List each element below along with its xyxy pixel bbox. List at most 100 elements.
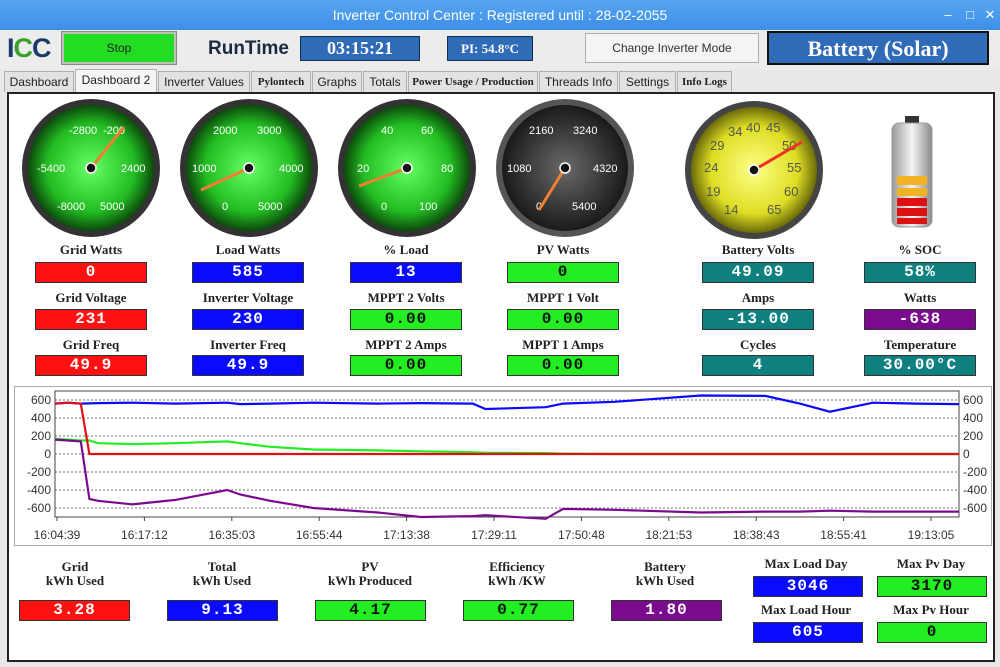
inverter-mode-display: Battery (Solar)	[767, 31, 989, 65]
total-kwh-label: Total kWh Used	[167, 560, 277, 588]
tab-settings[interactable]: Settings	[619, 71, 676, 92]
gauge-tick: 1000	[192, 163, 216, 175]
runtime-display: 03:15:21	[300, 36, 420, 61]
y-tick-label-right: 200	[963, 429, 983, 443]
tab-info-logs[interactable]: Info Logs	[677, 71, 732, 92]
gauge-tick: 2160	[529, 125, 553, 137]
efficiency-label-line2: kWh /KW	[488, 573, 546, 588]
power-history-chart: 600 600 400 400 200 200 0 0 -200 -200 -400 -400 -600…	[14, 386, 992, 546]
gauge-tick: 55	[787, 160, 801, 175]
x-tick-label: 17:29:11	[471, 528, 517, 542]
tab-threads-info[interactable]: Threads Info	[539, 71, 618, 92]
x-tick-label: 16:55:44	[296, 528, 343, 542]
grid-voltage-label: Grid Voltage	[55, 290, 127, 305]
maximize-icon[interactable]: □	[963, 8, 977, 22]
pv-kwh-label-line2: kWh Produced	[328, 573, 412, 588]
inverter-freq-label: Inverter Freq	[210, 337, 286, 352]
gauge-tick: 3000	[257, 125, 281, 137]
close-icon[interactable]: ✕	[983, 8, 997, 22]
stop-button[interactable]: Stop	[61, 31, 177, 65]
gauge-tick: -8000	[57, 201, 85, 213]
x-tick-label: 17:13:38	[383, 528, 430, 542]
tab-dashboard-2[interactable]: Dashboard 2	[75, 69, 157, 92]
mppt2-volts-value: 0.00	[350, 309, 462, 330]
gauge-tick: 2000	[213, 125, 237, 137]
gauge-tick: 19	[706, 184, 720, 199]
grid-kwh-label-line2: kWh Used	[45, 573, 105, 588]
inverter-freq-value: 49.9	[192, 355, 304, 376]
y-tick-label-right: -200	[963, 465, 987, 479]
tab-totals[interactable]: Totals	[363, 71, 407, 92]
x-tick-label: 18:38:43	[733, 528, 780, 542]
battery-volts-label: Battery Volts	[721, 242, 795, 257]
inverter-voltage-value: 230	[192, 309, 304, 330]
mppt1-amps-label: MPPT 1 Amps	[522, 337, 604, 352]
soc-value: 58%	[864, 262, 976, 283]
total-kwh-label-line2: kWh Used	[192, 573, 252, 588]
gauge-tick: 24	[704, 160, 718, 175]
y-tick-label-left: 200	[31, 429, 51, 443]
grid-freq-value: 49.9	[35, 355, 147, 376]
gauge-tick: 40	[381, 125, 393, 137]
tab-dashboard[interactable]: Dashboard	[4, 71, 74, 92]
max-load-day-value: 3046	[753, 576, 863, 597]
tab-inverter-values[interactable]: Inverter Values	[158, 71, 250, 92]
x-tick-label: 16:35:03	[208, 528, 255, 542]
gauge-tick: 4320	[593, 163, 617, 175]
amps-label: Amps	[741, 290, 775, 305]
load-watts-label: Load Watts	[215, 242, 281, 257]
y-tick-label-right: 600	[963, 393, 983, 407]
tab-pylontech[interactable]: Pylontech	[251, 71, 311, 92]
efficiency-label: Efficiency kWh /KW	[462, 560, 572, 588]
temperature-label: Temperature	[883, 337, 957, 352]
y-tick-label-right: 400	[963, 411, 983, 425]
gauge-tick: 1080	[507, 163, 531, 175]
tab-graphs[interactable]: Graphs	[312, 71, 362, 92]
y-tick-label-left: 400	[31, 411, 51, 425]
battery-kwh-value: 1.80	[611, 600, 722, 621]
gauge-tick: 29	[710, 138, 724, 153]
max-pv-day-label: Max Pv Day	[896, 556, 966, 571]
grid-watts-gauge: -2800 -200 2400 5000 -8000 -5400	[22, 99, 160, 237]
power-history-chart-svg: 600 600 400 400 200 200 0 0 -200 -200 -400 -400 -600…	[27, 390, 987, 542]
amps-value: -13.00	[702, 309, 814, 330]
load-percent-gauge: 40 60 80 100 0 20	[338, 99, 476, 237]
efficiency-value: 0.77	[463, 600, 574, 621]
x-tick-label: 19:13:05	[908, 528, 955, 542]
max-pv-day-value: 3170	[877, 576, 987, 597]
gauge-tick: 65	[767, 202, 781, 217]
tab-bar: Dashboard Dashboard 2 Inverter Values Py…	[0, 69, 1000, 92]
tab-power-usage-production[interactable]: Power Usage / Production	[408, 71, 538, 92]
watts-label: Watts	[903, 290, 937, 305]
gauge-tick: -2800	[69, 125, 97, 137]
window-title: Inverter Control Center : Registered unt…	[332, 7, 668, 23]
change-inverter-mode-button[interactable]: Change Inverter Mode	[585, 33, 759, 63]
battery-volts-value: 49.09	[702, 262, 814, 283]
pv-watts-label: PV Watts	[536, 242, 590, 257]
grid-kwh-label: Grid kWh Used	[20, 560, 130, 588]
max-load-hour-label: Max Load Hour	[760, 602, 852, 617]
y-tick-label-right: -600	[963, 501, 987, 515]
window-titlebar: Inverter Control Center : Registered unt…	[0, 0, 1000, 30]
load-percent-value: 13	[350, 262, 462, 283]
gauge-tick: 100	[419, 201, 437, 213]
gauge-tick: 4000	[279, 163, 303, 175]
gauge-tick: -5400	[37, 163, 65, 175]
minimize-icon[interactable]: –	[941, 8, 955, 22]
y-tick-label-right: -400	[963, 483, 987, 497]
load-percent-label: % Load	[383, 242, 429, 257]
load-watts-gauge: 2000 3000 4000 5000 0 1000	[180, 99, 318, 237]
grid-voltage-value: 231	[35, 309, 147, 330]
grid-kwh-label-line1: Grid	[61, 559, 89, 574]
max-load-hour-value: 605	[753, 622, 863, 643]
gauge-tick: 5000	[258, 201, 282, 213]
mppt1-amps-value: 0.00	[507, 355, 619, 376]
gauge-tick: 2400	[121, 163, 145, 175]
gauge-tick: 5400	[572, 201, 596, 213]
x-tick-label: 16:04:39	[34, 528, 81, 542]
y-tick-label-right: 0	[963, 447, 970, 461]
cycles-value: 4	[702, 355, 814, 376]
mppt1-volt-value: 0.00	[507, 309, 619, 330]
gauge-tick: 0	[381, 201, 387, 213]
y-tick-label-left: -600	[27, 501, 51, 515]
